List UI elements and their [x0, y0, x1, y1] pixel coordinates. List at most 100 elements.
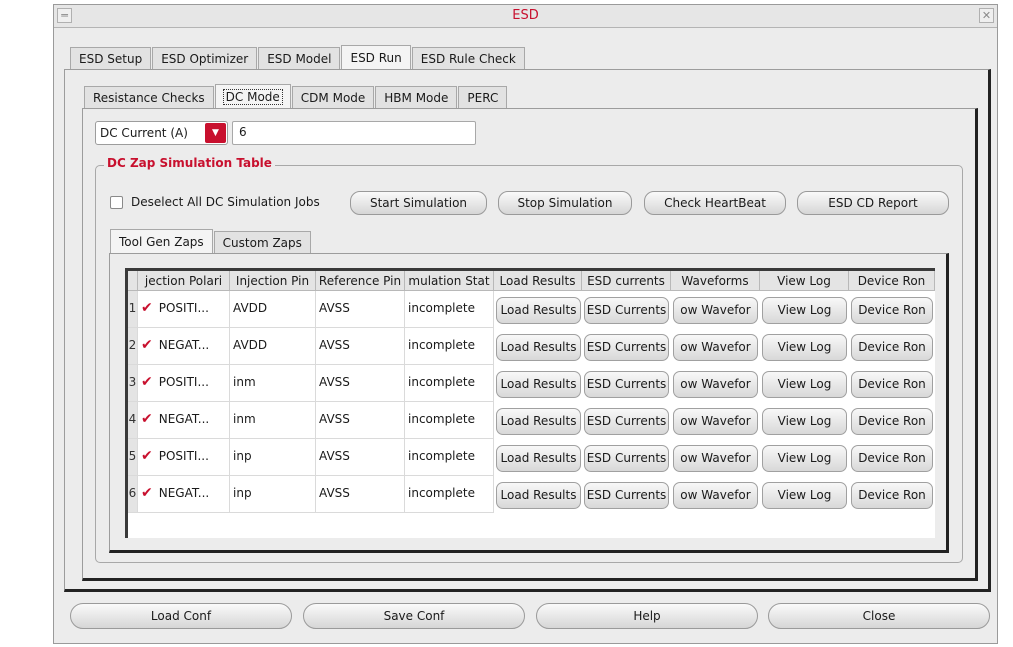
- status-cell: incomplete: [405, 328, 494, 365]
- reference-pin-cell: AVSS: [316, 328, 405, 365]
- polarity-cell[interactable]: ✔ POSITI...: [138, 439, 230, 476]
- start-simulation-button[interactable]: Start Simulation: [350, 191, 487, 215]
- show-waveforms-button[interactable]: ow Wavefor: [673, 334, 758, 361]
- polarity-cell[interactable]: ✔ NEGAT...: [138, 476, 230, 513]
- check-heartbeat-button[interactable]: Check HeartBeat: [644, 191, 786, 215]
- esd-currents-button[interactable]: ESD Currents: [584, 297, 669, 324]
- tab-esd-model[interactable]: ESD Model: [258, 47, 341, 69]
- esd-currents-button[interactable]: ESD Currents: [584, 445, 669, 472]
- column-header[interactable]: Reference Pin: [316, 271, 405, 291]
- table-row: 1 ✔ POSITI... AVDD AVSS incomplete Load R…: [128, 291, 935, 328]
- esd-currents-button[interactable]: ESD Currents: [584, 482, 669, 509]
- show-waveforms-button[interactable]: ow Wavefor: [673, 371, 758, 398]
- polarity-value: NEGAT...: [158, 486, 210, 500]
- injection-pin-cell: inp: [230, 476, 316, 513]
- table-row: 4 ✔ NEGAT... inm AVSS incomplete Load Res…: [128, 402, 935, 439]
- checkmark-icon[interactable]: ✔: [141, 485, 153, 501]
- device-ron-button[interactable]: Device Ron: [851, 334, 933, 361]
- view-log-button[interactable]: View Log: [762, 482, 847, 509]
- tab-esd-optimizer[interactable]: ESD Optimizer: [152, 47, 258, 69]
- tab-resistance-checks[interactable]: Resistance Checks: [84, 86, 214, 108]
- deselect-all-checkbox[interactable]: [110, 196, 123, 209]
- polarity-cell[interactable]: ✔ NEGAT...: [138, 402, 230, 439]
- tab-esd-run[interactable]: ESD Run: [341, 45, 411, 69]
- close-button[interactable]: Close: [768, 603, 990, 629]
- column-header[interactable]: ESD currents: [582, 271, 671, 291]
- close-icon[interactable]: ✕: [979, 8, 994, 23]
- column-header[interactable]: Device Ron: [849, 271, 935, 291]
- injection-pin-cell: inm: [230, 402, 316, 439]
- help-button[interactable]: Help: [536, 603, 758, 629]
- view-log-button[interactable]: View Log: [762, 334, 847, 361]
- table-row: 2 ✔ NEGAT... AVDD AVSS incomplete Load Re…: [128, 328, 935, 365]
- polarity-cell[interactable]: ✔ NEGAT...: [138, 328, 230, 365]
- dc-value-input[interactable]: 6: [232, 121, 476, 145]
- show-waveforms-button[interactable]: ow Wavefor: [673, 297, 758, 324]
- column-header[interactable]: Load Results: [494, 271, 582, 291]
- device-ron-button[interactable]: Device Ron: [851, 371, 933, 398]
- tab-esd-rule-check[interactable]: ESD Rule Check: [411, 47, 525, 69]
- row-number: 1: [128, 291, 138, 328]
- tab-esd-setup[interactable]: ESD Setup: [70, 47, 152, 69]
- polarity-cell[interactable]: ✔ POSITI...: [138, 291, 230, 328]
- view-log-button[interactable]: View Log: [762, 297, 847, 324]
- checkmark-icon[interactable]: ✔: [141, 374, 153, 390]
- load-conf-button[interactable]: Load Conf: [70, 603, 292, 629]
- chevron-down-icon[interactable]: ▼: [205, 123, 226, 143]
- show-waveforms-button[interactable]: ow Wavefor: [673, 482, 758, 509]
- column-header[interactable]: jection Polari: [138, 271, 230, 291]
- checkmark-icon[interactable]: ✔: [141, 300, 153, 316]
- load-results-button[interactable]: Load Results: [496, 482, 581, 509]
- tab-cdm-mode[interactable]: CDM Mode: [291, 86, 375, 108]
- status-cell: incomplete: [405, 402, 494, 439]
- column-header[interactable]: View Log: [760, 271, 849, 291]
- status-cell: incomplete: [405, 291, 494, 328]
- row-number: 5: [128, 439, 138, 476]
- tab-dc-mode[interactable]: DC Mode: [214, 84, 291, 108]
- checkmark-icon[interactable]: ✔: [141, 337, 153, 353]
- rownum-header: [128, 271, 138, 291]
- esd-cd-report-button[interactable]: ESD CD Report: [797, 191, 949, 215]
- dc-mode-select-value: DC Current (A): [100, 126, 188, 140]
- load-results-button[interactable]: Load Results: [496, 445, 581, 472]
- stop-simulation-button[interactable]: Stop Simulation: [498, 191, 632, 215]
- polarity-cell[interactable]: ✔ POSITI...: [138, 365, 230, 402]
- esd-currents-button[interactable]: ESD Currents: [584, 408, 669, 435]
- show-waveforms-button[interactable]: ow Wavefor: [673, 445, 758, 472]
- load-results-button[interactable]: Load Results: [496, 297, 581, 324]
- polarity-value: POSITI...: [158, 301, 209, 315]
- injection-pin-cell: inp: [230, 439, 316, 476]
- sub-tab-bar: Resistance Checks DC Mode CDM Mode HBM M…: [84, 84, 508, 108]
- status-cell: incomplete: [405, 476, 494, 513]
- view-log-button[interactable]: View Log: [762, 371, 847, 398]
- polarity-value: POSITI...: [158, 375, 209, 389]
- view-log-button[interactable]: View Log: [762, 408, 847, 435]
- row-number: 6: [128, 476, 138, 513]
- main-tab-bar: ESD Setup ESD Optimizer ESD Model ESD Ru…: [70, 45, 526, 69]
- checkmark-icon[interactable]: ✔: [141, 448, 153, 464]
- column-header[interactable]: Injection Pin: [230, 271, 316, 291]
- load-results-button[interactable]: Load Results: [496, 334, 581, 361]
- save-conf-button[interactable]: Save Conf: [303, 603, 525, 629]
- tab-custom-zaps[interactable]: Custom Zaps: [213, 231, 311, 253]
- load-results-button[interactable]: Load Results: [496, 408, 581, 435]
- tab-hbm-mode[interactable]: HBM Mode: [375, 86, 458, 108]
- device-ron-button[interactable]: Device Ron: [851, 445, 933, 472]
- dc-mode-select[interactable]: DC Current (A) ▼: [95, 121, 228, 145]
- row-number: 2: [128, 328, 138, 365]
- view-log-button[interactable]: View Log: [762, 445, 847, 472]
- checkmark-icon[interactable]: ✔: [141, 411, 153, 427]
- table-row: 3 ✔ POSITI... inm AVSS incomplete Load Re…: [128, 365, 935, 402]
- load-results-button[interactable]: Load Results: [496, 371, 581, 398]
- device-ron-button[interactable]: Device Ron: [851, 408, 933, 435]
- column-header[interactable]: Waveforms: [671, 271, 760, 291]
- device-ron-button[interactable]: Device Ron: [851, 297, 933, 324]
- tab-tool-gen-zaps[interactable]: Tool Gen Zaps: [110, 229, 213, 253]
- column-header[interactable]: mulation Stat: [405, 271, 494, 291]
- device-ron-button[interactable]: Device Ron: [851, 482, 933, 509]
- tab-perc[interactable]: PERC: [458, 86, 508, 108]
- show-waveforms-button[interactable]: ow Wavefor: [673, 408, 758, 435]
- esd-currents-button[interactable]: ESD Currents: [584, 334, 669, 361]
- esd-currents-button[interactable]: ESD Currents: [584, 371, 669, 398]
- zap-table: jection Polari Injection Pin Reference P…: [125, 268, 935, 538]
